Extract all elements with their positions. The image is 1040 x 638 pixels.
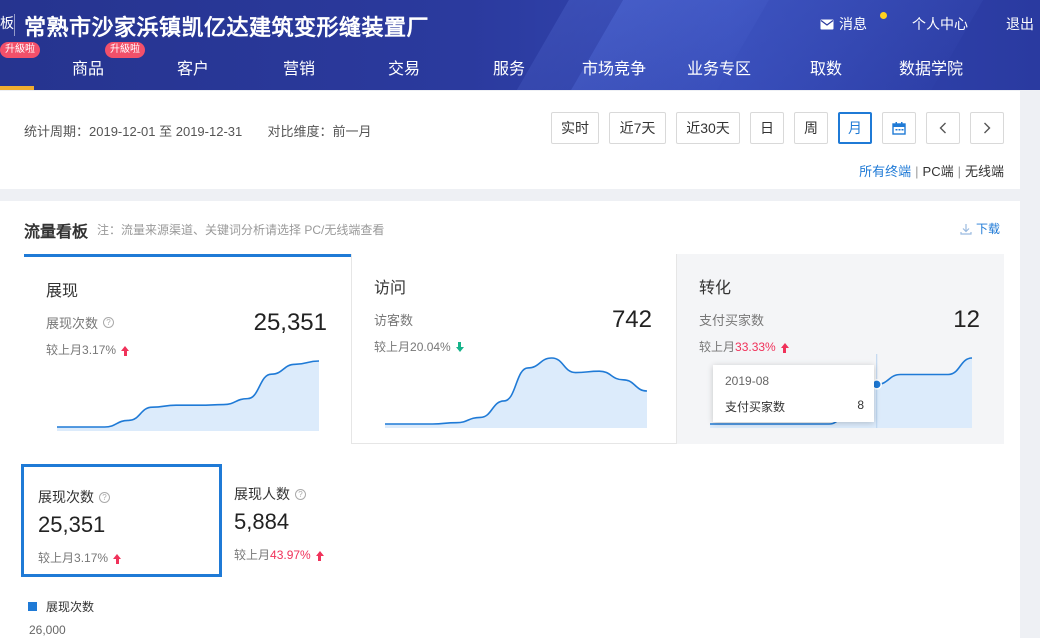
arrow-down-icon (455, 342, 464, 352)
nav-item-competition[interactable]: 市场竞争 (582, 55, 646, 79)
metric-comparison: 较上月 20.04% (374, 338, 464, 355)
logout-link[interactable]: 退出 (1006, 14, 1034, 34)
messages-label: 消息 (839, 16, 867, 32)
chart-tooltip: 2019-08 支付买家数 8 (713, 365, 874, 422)
last30-button[interactable]: 近30天 (676, 112, 740, 144)
personal-center-link[interactable]: 个人中心 (912, 14, 968, 34)
top-header: 板 常熟市沙家浜镇凯亿达建筑变形缝装置厂 消息 个人中心 退出 升級啦 升級啦 … (0, 0, 1040, 90)
nav-item-marketing[interactable]: 营销 (283, 55, 315, 79)
sparkline (385, 357, 647, 428)
download-icon (960, 223, 972, 235)
chevron-right-icon (984, 122, 991, 134)
last7-button[interactable]: 近7天 (609, 112, 666, 144)
compare-value: 前一月 (332, 124, 372, 139)
legend-swatch (28, 602, 37, 611)
help-icon[interactable]: ? (99, 491, 110, 503)
brand-edge-char: 板 (0, 15, 14, 31)
arrow-up-icon (121, 346, 130, 356)
unread-dot (880, 12, 887, 19)
brand-separator (14, 14, 15, 36)
month-button[interactable]: 月 (838, 112, 872, 144)
metric-comparison: 较上月 33.33% (699, 338, 789, 355)
realtime-button[interactable]: 实时 (551, 112, 599, 144)
sub-metric-visitors[interactable]: 展现人数? 5,884 较上月 43.97% (220, 464, 420, 577)
help-icon[interactable]: ? (103, 317, 115, 328)
week-button[interactable]: 周 (794, 112, 828, 144)
tooltip-value: 8 (857, 398, 864, 412)
arrow-up-icon (315, 551, 324, 561)
arrow-up-icon (780, 343, 789, 353)
metric-title: 展现 (46, 283, 79, 300)
nav-item-business-zone[interactable]: 业务专区 (687, 55, 751, 79)
nav-item-data-fetch[interactable]: 取数 (810, 55, 842, 79)
legend-label: 展现次数 (46, 600, 95, 614)
terminal-switch: 所有终端 | PC端 | 无线端 (859, 164, 1004, 179)
tooltip-series: 支付买家数 (725, 400, 786, 414)
download-label: 下载 (975, 222, 1000, 236)
chart-legend[interactable]: 展现次数 (28, 598, 94, 615)
board-note: 注：流量来源渠道、关键词分析请选择 PC/无线端查看 (97, 223, 385, 237)
nav-item-academy[interactable]: 数据学院 (899, 55, 963, 79)
messages-link[interactable]: 消息 (820, 12, 887, 34)
download-button[interactable]: 下载 (960, 220, 1000, 237)
nav-active-indicator (0, 86, 34, 90)
nav-item-customers[interactable]: 客户 (177, 55, 209, 79)
metric-label: 访客数 (374, 313, 414, 328)
sub-metric-title: 展现次数? (38, 487, 110, 507)
metric-comparison: 较上月 3.17% (46, 341, 130, 358)
period-label: 统计周期： (24, 124, 90, 139)
terminal-all[interactable]: 所有终端 (859, 164, 911, 179)
metric-label: 展现次数? (46, 313, 115, 332)
calendar-button[interactable] (882, 112, 916, 144)
tooltip-date: 2019-08 (725, 374, 770, 388)
mail-icon (820, 19, 834, 29)
sub-metric-comparison: 较上月 43.97% (234, 546, 324, 563)
arrow-up-icon (113, 554, 122, 564)
metric-value: 25,351 (253, 309, 327, 336)
compare-label: 对比维度： (267, 124, 333, 139)
metric-value: 12 (953, 306, 980, 333)
sub-metric-impressions[interactable]: 展现次数? 25,351 较上月 3.17% (21, 464, 222, 577)
metric-card-visits[interactable]: 访问 访客数 742 较上月 20.04% (351, 254, 677, 444)
metric-label: 支付买家数 (699, 313, 765, 328)
day-button[interactable]: 日 (750, 112, 784, 144)
upgrade-badge: 升級啦 (105, 42, 145, 58)
prev-button[interactable] (926, 112, 960, 144)
chevron-left-icon (939, 122, 946, 134)
nav-item-goods[interactable]: 商品 (72, 55, 104, 79)
period-value: 2019-12-01 至 2019-12-31 (89, 124, 243, 139)
metric-label-text: 展现次数 (46, 316, 99, 331)
metric-value: 742 (611, 306, 652, 333)
calendar-icon (892, 121, 906, 135)
main-nav: 升級啦 升級啦 商品 客户 营销 交易 服务 市场竞争 业务专区 取数 数据学院 (0, 42, 1040, 90)
y-axis-tick: 26,000 (29, 623, 66, 637)
sub-metric-value: 5,884 (234, 509, 290, 534)
metric-card-impressions[interactable]: 展现 展现次数? 25,351 较上月 3.17% (24, 254, 351, 444)
board-title: 流量看板 (24, 224, 89, 241)
metric-title: 访问 (374, 280, 407, 297)
sparkline-area (385, 358, 647, 428)
sub-metric-comparison: 较上月 3.17% (38, 549, 122, 566)
help-icon[interactable]: ? (295, 488, 306, 500)
next-button[interactable] (970, 112, 1004, 144)
sub-metric-title: 展现人数? (234, 484, 306, 504)
terminal-pc[interactable]: PC端 (923, 164, 954, 179)
upgrade-badge: 升級啦 (0, 42, 40, 58)
sparkline (57, 360, 319, 431)
metric-title: 转化 (699, 280, 732, 297)
sub-metric-value: 25,351 (38, 512, 106, 537)
period-info: 统计周期：2019-12-01 至 2019-12-31 对比维度：前一月 (24, 121, 372, 140)
nav-item-trade[interactable]: 交易 (388, 55, 420, 79)
terminal-wireless[interactable]: 无线端 (965, 164, 1004, 179)
company-name: 常熟市沙家浜镇凯亿达建筑变形缝装置厂 (24, 15, 430, 40)
nav-item-service[interactable]: 服务 (493, 55, 525, 79)
